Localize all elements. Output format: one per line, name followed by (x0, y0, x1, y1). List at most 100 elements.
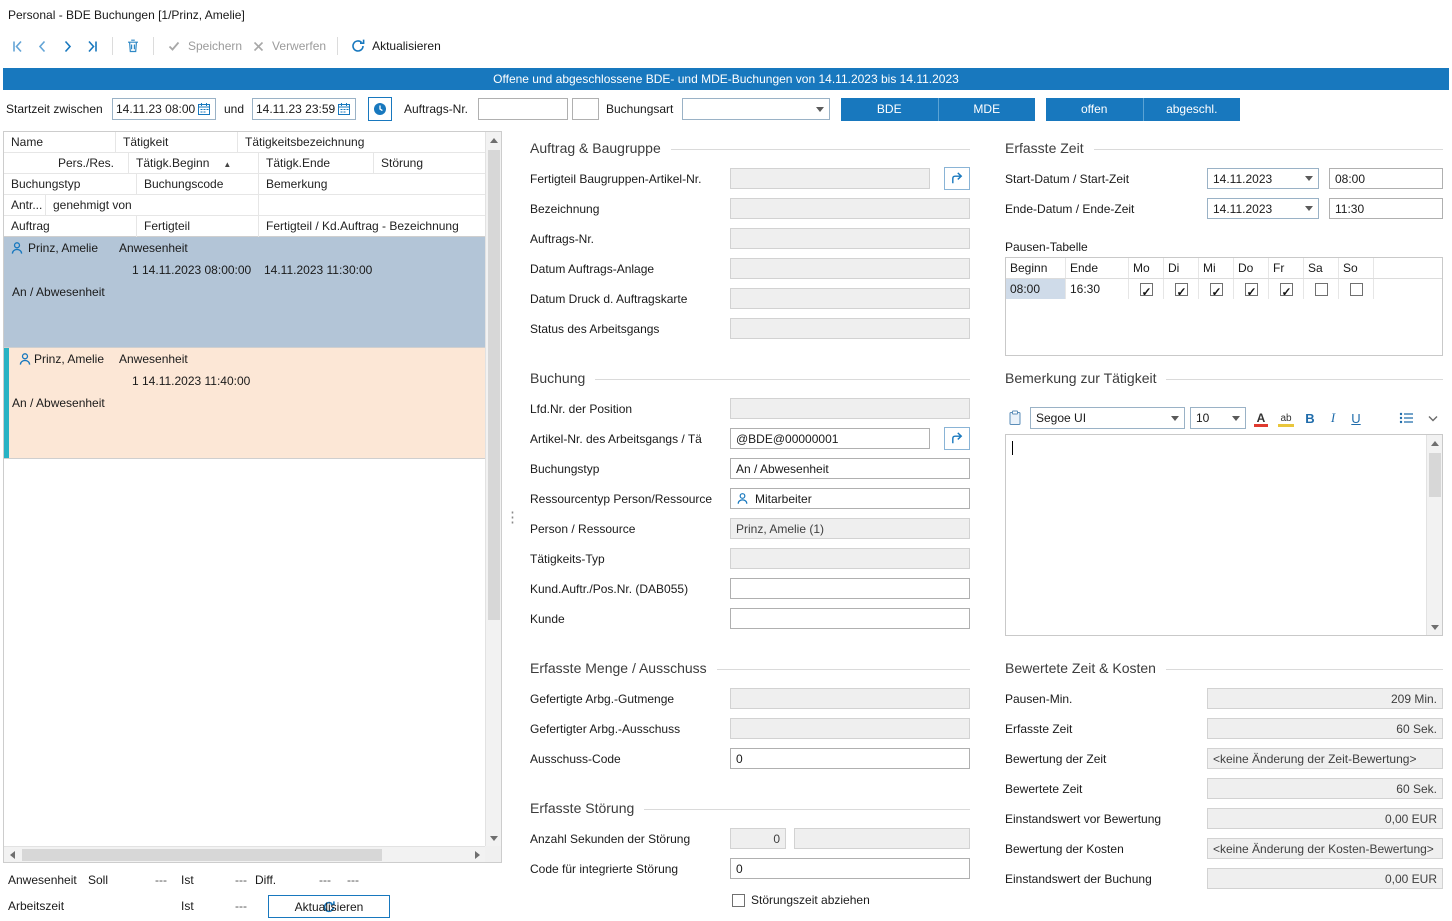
start-datum-combo[interactable]: 14.11.2023 (1207, 168, 1319, 189)
scroll-up-button[interactable] (486, 132, 502, 148)
font-size-combo[interactable]: 10 (1190, 407, 1246, 429)
pause-col-ende[interactable]: Ende (1066, 258, 1129, 278)
end-date-input[interactable] (252, 98, 356, 120)
artikel-nr-arbeitsgang-input[interactable] (730, 428, 930, 449)
status-refresh-button[interactable]: Aktualisieren (268, 895, 390, 918)
pause-beginn-cell[interactable]: 08:00 (1006, 279, 1066, 299)
scroll-right-button[interactable] (469, 847, 485, 863)
panel-splitter[interactable] (505, 508, 513, 538)
fertigteil-baugruppen-artikel-nr-input[interactable] (730, 168, 930, 189)
editor-vertical-scrollbar[interactable] (1426, 435, 1442, 635)
auftrags-pos-input[interactable] (572, 98, 599, 120)
column-header-fertigteil-bezeichnung[interactable]: Fertigteil / Kd.Auftrag - Bezeichnung (259, 216, 487, 237)
scroll-down-button[interactable] (1427, 619, 1443, 635)
column-header-pers-res[interactable]: Pers./Res. (4, 153, 129, 174)
bewertung-der-kosten-field[interactable] (1207, 838, 1443, 859)
grid-horizontal-scrollbar[interactable] (4, 846, 485, 862)
status-arbeitsgang-input[interactable] (730, 318, 970, 339)
offen-button[interactable]: offen (1046, 98, 1144, 121)
buchungsart-combo[interactable] (682, 98, 830, 120)
pause-col-di[interactable]: Di (1164, 258, 1199, 278)
nav-first-icon[interactable] (8, 37, 26, 55)
scroll-up-button[interactable] (1427, 435, 1443, 451)
grid-vertical-scrollbar[interactable] (485, 132, 501, 846)
nav-prev-icon[interactable] (33, 37, 51, 55)
person-ressource-input[interactable] (730, 518, 970, 539)
column-header-bemerkung[interactable]: Bemerkung (259, 174, 487, 195)
column-header-taetigkeit[interactable]: Tätigkeit (116, 132, 238, 153)
ausschuss-input[interactable] (730, 718, 970, 739)
taetigkeits-typ-input[interactable] (730, 548, 970, 569)
scrollbar-thumb[interactable] (22, 849, 382, 861)
jump-to-record-button[interactable] (944, 427, 970, 450)
column-header-auftrag[interactable]: Auftrag (4, 216, 137, 237)
paste-icon[interactable] (1005, 408, 1025, 428)
pause-ende-cell[interactable]: 16:30 (1066, 279, 1129, 299)
kunde-input[interactable] (730, 608, 970, 629)
discard-button[interactable]: Verwerfen (249, 37, 326, 55)
scrollbar-thumb[interactable] (1429, 453, 1441, 497)
bezeichnung-input[interactable] (730, 198, 970, 219)
scroll-down-button[interactable] (486, 830, 502, 846)
delete-icon[interactable] (124, 37, 142, 55)
bde-button[interactable]: BDE (841, 98, 939, 121)
pause-mi-checkbox[interactable] (1210, 283, 1223, 296)
start-zeit-input[interactable] (1329, 168, 1443, 189)
pause-di-checkbox[interactable] (1175, 283, 1188, 296)
bold-button[interactable]: B (1301, 411, 1319, 426)
underline-button[interactable]: U (1347, 411, 1365, 426)
bewertung-der-zeit-field[interactable] (1207, 748, 1443, 769)
ende-zeit-input[interactable] (1329, 198, 1443, 219)
toolbar-overflow-chevron-icon[interactable] (1423, 408, 1443, 428)
buchungstyp-input[interactable] (730, 458, 970, 479)
save-button[interactable]: Speichern (165, 37, 242, 55)
bemerkung-editor[interactable] (1005, 434, 1443, 636)
pause-col-fr[interactable]: Fr (1269, 258, 1304, 278)
refresh-toolbar-button[interactable]: Aktualisieren (349, 37, 441, 55)
auftrags-nr-input[interactable] (478, 98, 568, 120)
datum-druck-auftragskarte-input[interactable] (730, 288, 970, 309)
datum-auftrags-anlage-input[interactable] (730, 258, 970, 279)
abgeschl-button[interactable]: abgeschl. (1144, 98, 1241, 121)
column-header-genehmigt-von[interactable]: genehmigt von (46, 195, 259, 216)
column-header-taetigk-ende[interactable]: Tätigk.Ende (259, 153, 374, 174)
pause-col-beginn[interactable]: Beginn (1006, 258, 1066, 278)
italic-button[interactable]: I (1324, 410, 1342, 426)
font-name-combo[interactable]: Segoe UI (1030, 407, 1185, 429)
calendar-icon[interactable] (335, 100, 353, 118)
jump-to-record-button[interactable] (944, 167, 970, 190)
pause-col-mo[interactable]: Mo (1129, 258, 1164, 278)
ende-datum-combo[interactable]: 14.11.2023 (1207, 198, 1319, 219)
pause-do-checkbox[interactable] (1245, 283, 1258, 296)
column-header-taetigkeitsbezeichnung[interactable]: Tätigkeitsbezeichnung (238, 132, 487, 153)
nav-next-icon[interactable] (58, 37, 76, 55)
pause-col-so[interactable]: So (1339, 258, 1374, 278)
gutmenge-input[interactable] (730, 688, 970, 709)
bullet-list-icon[interactable] (1396, 408, 1416, 428)
end-date-field[interactable] (256, 102, 335, 116)
pause-so-checkbox[interactable] (1350, 283, 1363, 296)
font-color-icon[interactable]: A (1251, 408, 1271, 428)
mde-button[interactable]: MDE (939, 98, 1036, 121)
scroll-left-button[interactable] (4, 847, 20, 863)
calendar-icon[interactable] (195, 100, 213, 118)
column-header-buchungscode[interactable]: Buchungscode (137, 174, 259, 195)
start-date-field[interactable] (116, 102, 195, 116)
column-header-taetigk-beginn[interactable]: Tätigk.Beginn (129, 153, 259, 174)
pause-row[interactable]: 08:00 16:30 (1006, 279, 1442, 299)
column-header-buchungstyp[interactable]: Buchungstyp (4, 174, 137, 195)
pause-fr-checkbox[interactable] (1280, 283, 1293, 296)
booking-row[interactable]: Prinz, Amelie Anwesenheit 1 14.11.2023 0… (4, 237, 487, 348)
column-header-stoerung[interactable]: Störung (374, 153, 487, 174)
time-range-button[interactable] (368, 97, 392, 121)
pause-sa-checkbox[interactable] (1315, 283, 1328, 296)
column-header-fertigteil[interactable]: Fertigteil (137, 216, 259, 237)
pause-mo-checkbox[interactable] (1140, 283, 1153, 296)
scrollbar-thumb[interactable] (488, 150, 500, 620)
auftrags-nr-field[interactable] (730, 228, 970, 249)
highlight-color-icon[interactable]: ab (1276, 408, 1296, 428)
stoerung-sekunden-extra-input[interactable] (794, 828, 970, 849)
column-header-name[interactable]: Name (4, 132, 116, 153)
kundauftr-pos-nr-input[interactable] (730, 578, 970, 599)
ressourcentyp-button[interactable]: Mitarbeiter (730, 488, 970, 509)
